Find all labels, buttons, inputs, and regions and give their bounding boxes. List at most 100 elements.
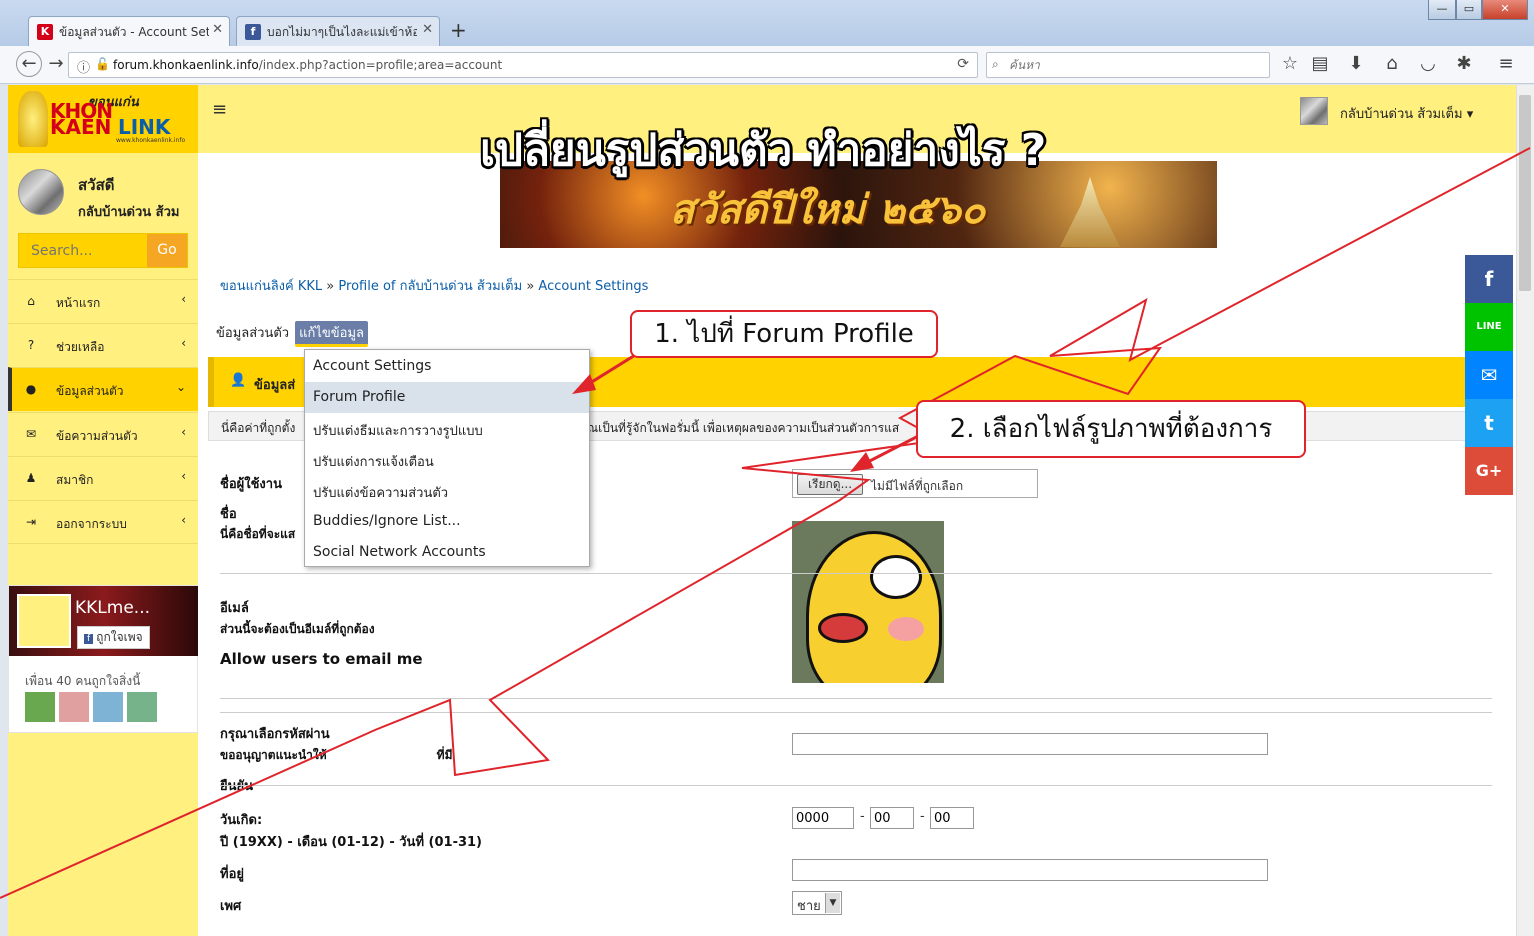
tab-account-settings[interactable]: K ข้อมูลส่วนตัว - Account Settings ✕	[28, 16, 230, 46]
close-tab-icon[interactable]: ✕	[422, 22, 433, 37]
tab-profile-info[interactable]: ข้อมูลส่วนตัว	[216, 326, 289, 341]
breadcrumb-account-settings[interactable]: Account Settings	[538, 279, 648, 294]
avatar-preview-image	[792, 521, 944, 683]
banner-text: สวัสดีปีใหม่ ๒๕๖๐	[670, 187, 986, 233]
divider	[220, 712, 1492, 713]
friend-avatar[interactable]	[25, 692, 55, 722]
email-sublabel: ส่วนนี้จะต้องเป็นอีเมล์ที่ถูกต้อง	[220, 622, 375, 636]
home-icon[interactable]: ⌂	[1380, 54, 1404, 74]
fb-friends-text: เพื่อน 40 คนถูกใจสิ่งนี้	[25, 674, 141, 688]
user-icon: ●	[25, 382, 37, 396]
main-content: ≡ กลับบ้านด่วน ส้วมเต็ม ▾ สวัสดีปีใหม่ ๒…	[198, 85, 1516, 936]
extension-icon[interactable]: ✱	[1452, 54, 1476, 74]
breadcrumb-home[interactable]: ขอนแก่นลิงค์ KKL	[220, 279, 322, 294]
sidebar-search-button[interactable]: Go	[147, 234, 187, 267]
hamburger-menu-icon[interactable]: ≡	[212, 99, 227, 120]
friend-avatar[interactable]	[93, 692, 123, 722]
sidebar-item-label: สมาชิก	[56, 473, 94, 487]
sidebar-item-messages[interactable]: ✉ ข้อความส่วนตัว ‹	[8, 412, 198, 456]
menu-item-theme[interactable]: ปรับแต่งธีมและการวางรูปแบบ	[305, 413, 589, 444]
birth-day-input[interactable]	[930, 807, 974, 829]
minimize-button[interactable]: —	[1428, 0, 1456, 20]
tab-edit-profile[interactable]: แก้ไขข้อมูล	[295, 321, 368, 347]
avatar[interactable]	[18, 169, 64, 215]
url-text: forum.khonkaenlink.info/index.php?action…	[113, 58, 503, 72]
download-icon[interactable]: ⬇	[1344, 54, 1368, 74]
messenger-icon[interactable]: ✉	[1465, 351, 1513, 399]
reload-icon[interactable]: ⟳	[957, 56, 969, 72]
sidebar-item-label: หน้าแรก	[56, 296, 101, 310]
tab-title: ข้อมูลส่วนตัว - Account Settings	[59, 25, 209, 39]
logo-text-link: LINK	[118, 115, 171, 139]
friend-avatar[interactable]	[127, 692, 157, 722]
browser-tab-bar: K ข้อมูลส่วนตัว - Account Settings ✕ f บ…	[0, 0, 1534, 46]
twitter-icon[interactable]: t	[1465, 399, 1513, 447]
header-avatar[interactable]	[1300, 97, 1328, 125]
facebook-icon[interactable]: f	[1465, 255, 1513, 303]
sidebar-item-members[interactable]: ♟ สมาชิก ‹	[8, 456, 198, 500]
breadcrumb: ขอนแก่นลิงค์ KKL » Profile of กลับบ้านด่…	[220, 275, 648, 296]
back-arrow-icon[interactable]: ←	[16, 51, 42, 77]
allow-email-label: Allow users to email me	[220, 650, 423, 668]
menu-item-forum-profile[interactable]: Forum Profile	[305, 382, 589, 413]
menu-item-account-settings[interactable]: Account Settings	[305, 351, 589, 382]
fb-like-label: ถูกใจเพจ	[96, 630, 143, 644]
password-label: กรุณาเลือกรหัสผ่าน	[220, 727, 330, 742]
birthdate-label: วันเกิด:	[220, 813, 263, 828]
sidebar-item-home[interactable]: ⌂ หน้าแรก ‹	[8, 279, 198, 323]
hamburger-menu-icon[interactable]: ≡	[1494, 54, 1518, 74]
scrollbar-thumb[interactable]	[1519, 95, 1531, 291]
sidebar-item-help[interactable]: ? ช่วยเหลือ ‹	[8, 323, 198, 367]
name-sublabel: นี่คือชื่อที่จะแส	[220, 527, 296, 541]
search-icon: ⌕	[992, 57, 999, 71]
pocket-icon[interactable]: ◡	[1416, 54, 1440, 74]
line-icon[interactable]: LINE	[1465, 303, 1513, 351]
info-icon[interactable]: ⓘ	[77, 57, 90, 76]
gender-select[interactable]: ชาย ▼	[792, 891, 842, 915]
new-tab-button[interactable]: +	[450, 18, 467, 42]
browser-search-input[interactable]	[1009, 55, 1259, 75]
browser-search-box[interactable]: ⌕	[986, 52, 1270, 78]
tab-facebook[interactable]: f บอกไม่มาๆเป็นไงละแม่เข้าห้อง ✕	[236, 16, 440, 46]
close-tab-icon[interactable]: ✕	[212, 22, 223, 37]
menu-item-notifications[interactable]: ปรับแต่งการแจ้งเตือน	[305, 444, 589, 475]
breadcrumb-profile[interactable]: Profile of กลับบ้านด่วน ส้วมเต็ม	[338, 279, 522, 294]
user-greeting: สวัสดี กลับบ้านด่วน ส้วม	[16, 165, 196, 225]
fb-like-button[interactable]: f ถูกใจเพจ	[77, 626, 150, 649]
maximize-button[interactable]: ▭	[1456, 0, 1482, 20]
facebook-icon: f	[84, 634, 94, 644]
web-page: ขอนแก่น KHON KAEN LINK www.khonkaenlink.…	[8, 85, 1516, 936]
reading-list-icon[interactable]: ▤	[1308, 54, 1332, 74]
menu-item-buddies[interactable]: Buddies/Ignore List...	[305, 506, 589, 537]
friend-avatar[interactable]	[59, 692, 89, 722]
chevron-left-icon: ‹	[181, 425, 186, 439]
menu-item-social-accounts[interactable]: Social Network Accounts	[305, 537, 589, 568]
callout-step1: 1. ไปที่ Forum Profile	[630, 310, 938, 358]
sidebar-search-input[interactable]	[19, 234, 147, 267]
address-label: ที่อยู่	[220, 867, 244, 882]
googleplus-icon[interactable]: G+	[1465, 447, 1513, 495]
close-window-button[interactable]: ✕	[1482, 0, 1528, 20]
bookmark-star-icon[interactable]: ☆	[1278, 54, 1302, 74]
header-user-menu[interactable]: กลับบ้านด่วน ส้วมเต็ม ▾	[1340, 103, 1473, 124]
url-bar[interactable]: ⓘ 🔓 forum.khonkaenlink.info/index.php?ac…	[68, 52, 978, 78]
sidebar-item-logout[interactable]: ⇥ ออกจากระบบ ‹	[8, 500, 198, 544]
sidebar-username: กลับบ้านด่วน ส้วม	[78, 205, 180, 220]
birth-month-input[interactable]	[870, 807, 914, 829]
password-input[interactable]	[792, 733, 1268, 755]
duck-body	[806, 531, 942, 683]
avatar-file-input[interactable]: เรียกดู... ไม่มีไฟล์ที่ถูกเลือก	[792, 469, 1038, 498]
birth-year-input[interactable]	[792, 807, 854, 829]
address-input[interactable]	[792, 859, 1268, 881]
sidebar: ขอนแก่น KHON KAEN LINK www.khonkaenlink.…	[8, 85, 199, 936]
sidebar-item-profile[interactable]: ● ข้อมูลส่วนตัว ⌄	[8, 367, 198, 411]
username-label: ชื่อผู้ใช้งาน	[220, 477, 282, 492]
browse-button[interactable]: เรียกดู...	[797, 474, 863, 495]
site-logo[interactable]: ขอนแก่น KHON KAEN LINK www.khonkaenlink.…	[8, 85, 198, 153]
forward-arrow-icon[interactable]: →	[44, 54, 68, 74]
menu-item-pm-settings[interactable]: ปรับแต่งข้อความส่วนตัว	[305, 475, 589, 506]
fb-page-name[interactable]: KKLme...	[75, 598, 150, 618]
vertical-scrollbar[interactable]	[1516, 85, 1534, 936]
divider	[220, 573, 1492, 574]
divider	[220, 785, 1492, 786]
